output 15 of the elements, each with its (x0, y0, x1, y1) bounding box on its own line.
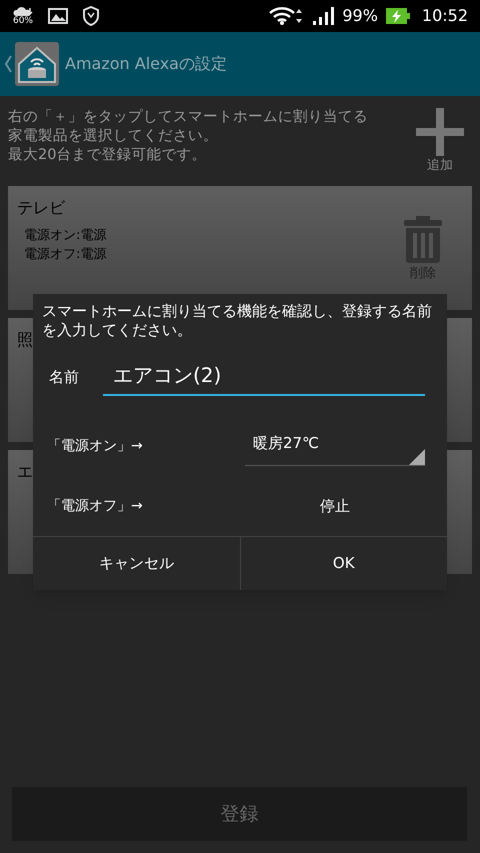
device-name: エ (17, 461, 33, 483)
clock: 10:52 (422, 5, 468, 27)
action-value: 停止 (320, 496, 350, 515)
assignment-text: 電源オフ:電源 (24, 246, 108, 264)
device-name: 照 (17, 329, 33, 351)
battery-percent: 99% (342, 5, 378, 27)
name-label: 名前 (49, 366, 80, 388)
assignment-text: 電源オン:電源 (24, 227, 108, 245)
weather-percent: 60% (12, 17, 33, 26)
action-label: 「電源オフ」→ (47, 496, 144, 516)
instruction-text: 最大20台まで登録可能です。 (8, 146, 208, 165)
instruction-text: 右の「＋」をタップしてスマートホームに割り当てる家電製品を選択してください。 (8, 108, 369, 146)
device-name: テレビ (17, 197, 65, 219)
app-title: Amazon Alexaの設定 (65, 53, 227, 75)
action-label: 「電源オン」→ (47, 436, 144, 456)
